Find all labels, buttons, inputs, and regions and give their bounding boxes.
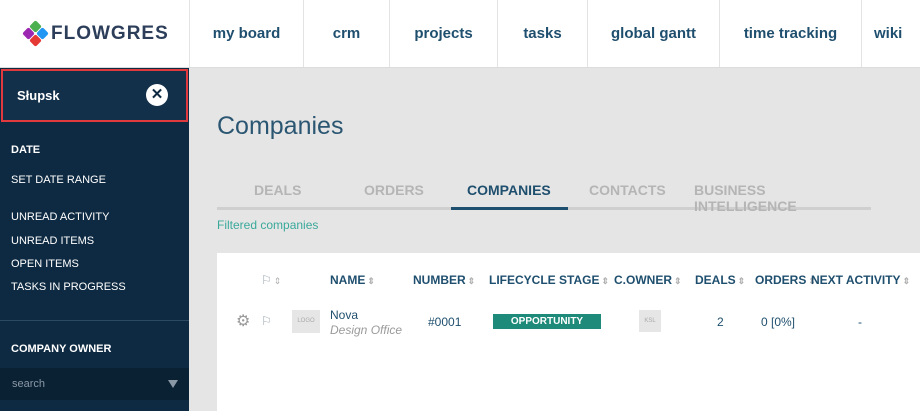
companies-table: ⚐ ⇕ NAME ⇕ NUMBER ⇕ LIFECYCLE STAGE ⇕ C.OWNE…	[217, 253, 920, 411]
chevron-down-icon[interactable]	[168, 380, 178, 388]
nav-my-board[interactable]: my board	[190, 0, 304, 67]
company-owner-heading: COMPANY OWNER	[11, 343, 112, 355]
tab-orders[interactable]: ORDERS	[364, 182, 424, 198]
col-next-activity[interactable]: NEXT ACTIVITY ⇕	[811, 273, 910, 287]
company-name[interactable]: Nova	[330, 308, 358, 322]
sort-icon: ⇕	[674, 276, 682, 286]
date-heading: DATE	[11, 144, 41, 156]
tasks-in-progress-link[interactable]: TASKS IN PROGRESS	[11, 281, 126, 293]
company-logo: LOGO	[292, 310, 320, 333]
main-nav: my board crm projects tasks global gantt…	[190, 0, 920, 67]
col-owner-label: C.OWNER	[614, 273, 672, 287]
sort-icon: ⇕	[902, 276, 911, 286]
tab-deals[interactable]: DEALS	[254, 182, 301, 198]
nav-crm[interactable]: crm	[304, 0, 390, 67]
owner-search-input[interactable]	[12, 378, 162, 390]
company-number: #0001	[428, 315, 462, 329]
tab-contacts[interactable]: CONTACTS	[589, 182, 666, 198]
col-deals-label: DEALS	[695, 273, 736, 287]
close-icon[interactable]: ✕	[146, 84, 168, 106]
filter-sidebar: Słupsk ✕ DATE SET DATE RANGE UNREAD ACTI…	[0, 68, 189, 411]
sort-icon: ⇕	[601, 276, 609, 286]
col-next-activity-label: NEXT ACTIVITY	[811, 273, 901, 287]
orders-count: 0 [0%]	[761, 315, 796, 329]
logo-mark-icon	[22, 19, 49, 47]
set-date-range-link[interactable]: SET DATE RANGE	[11, 174, 106, 186]
tab-business-intelligence[interactable]: BUSINESS INTELLIGENCE	[694, 182, 871, 214]
col-name-label: NAME	[330, 273, 366, 287]
col-lifecycle[interactable]: LIFECYCLE STAGE ⇕	[489, 273, 609, 287]
page-title: Companies	[217, 112, 344, 140]
flowgres-logo[interactable]: FLOWGRES	[0, 0, 190, 67]
col-orders[interactable]: ORDERS ⇕	[755, 273, 816, 287]
active-filter-label: Słupsk	[17, 88, 60, 103]
col-orders-label: ORDERS	[755, 273, 807, 287]
nav-tasks[interactable]: tasks	[498, 0, 588, 67]
next-activity: -	[858, 315, 862, 329]
unread-items-link[interactable]: UNREAD ITEMS	[11, 235, 94, 247]
lifecycle-badge: OPPORTUNITY	[493, 314, 601, 329]
col-number[interactable]: NUMBER ⇕	[413, 273, 475, 287]
col-deals[interactable]: DEALS ⇕	[695, 273, 745, 287]
owner-search	[0, 368, 189, 400]
active-filter-chip[interactable]: Słupsk ✕	[1, 69, 188, 122]
col-owner[interactable]: C.OWNER ⇕	[614, 273, 682, 287]
deals-count: 2	[717, 315, 724, 329]
sort-icon: ⇕	[737, 276, 746, 286]
col-lifecycle-label: LIFECYCLE STAGE	[489, 273, 600, 287]
active-tab-indicator	[451, 207, 568, 210]
nav-wiki[interactable]: wiki	[862, 0, 920, 67]
company-subtitle: Design Office	[330, 323, 403, 337]
nav-global-gantt[interactable]: global gantt	[588, 0, 720, 67]
unread-activity-link[interactable]: UNREAD ACTIVITY	[11, 211, 109, 223]
open-items-link[interactable]: OPEN ITEMS	[11, 258, 79, 270]
col-number-label: NUMBER	[413, 273, 466, 287]
filtered-companies-label: Filtered companies	[217, 218, 319, 232]
flag-icon[interactable]: ⚐	[261, 314, 272, 328]
tab-companies[interactable]: COMPANIES	[467, 182, 551, 198]
nav-projects[interactable]: projects	[390, 0, 498, 67]
flag-column-icon[interactable]: ⚐ ⇕	[261, 273, 281, 287]
nav-time-tracking[interactable]: time tracking	[720, 0, 862, 67]
sidebar-divider	[0, 320, 189, 321]
sort-icon: ⇕	[467, 276, 476, 286]
brand-name: FLOWGRES	[51, 22, 169, 44]
sort-icon: ⇕	[367, 276, 375, 286]
crm-tabs: DEALS ORDERS COMPANIES CONTACTS BUSINESS…	[217, 176, 871, 214]
col-name[interactable]: NAME ⇕	[330, 273, 375, 287]
top-bar: FLOWGRES my board crm projects tasks glo…	[0, 0, 920, 68]
owner-avatar: KSL	[639, 310, 661, 332]
gear-icon[interactable]: ⚙	[236, 314, 251, 330]
